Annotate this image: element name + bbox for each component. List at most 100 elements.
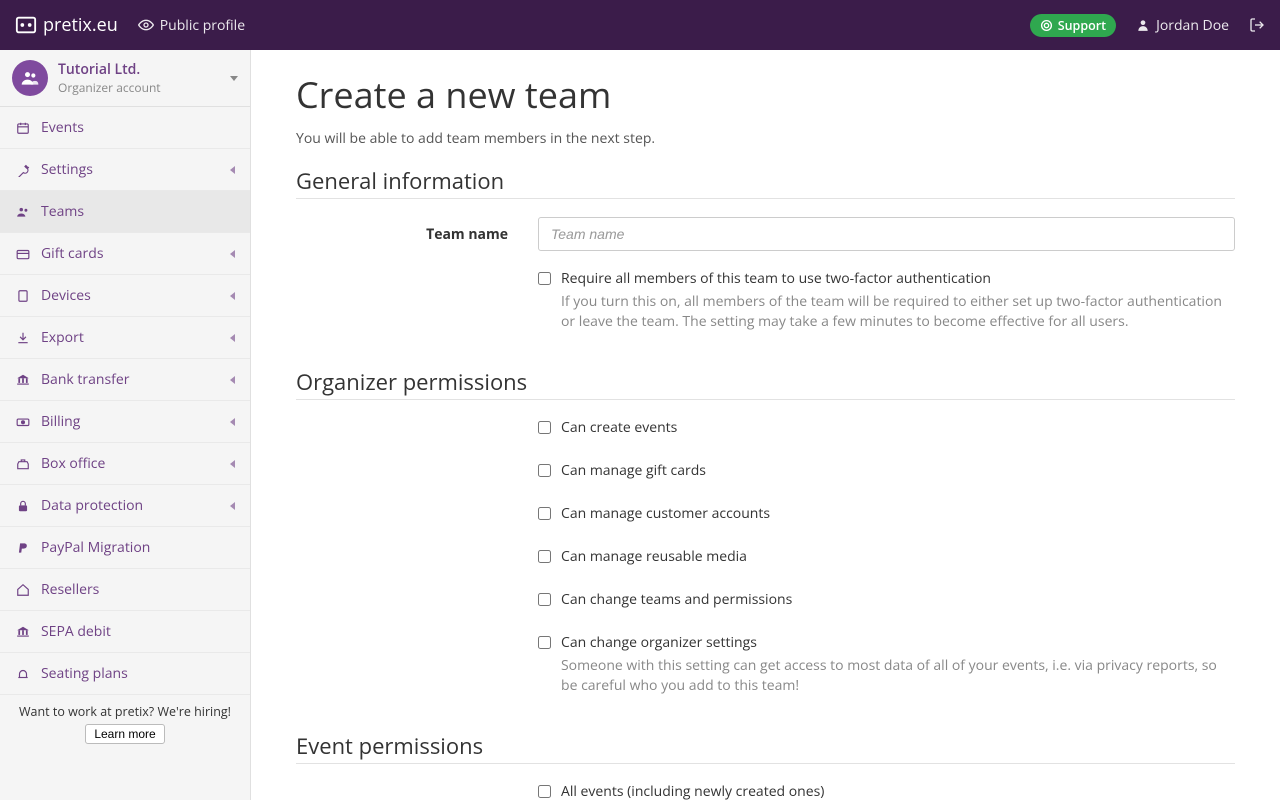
top-navbar: pretix.eu Public profile Support Jordan … <box>0 0 1280 50</box>
perm-row-manage_customers: Can manage customer accounts <box>538 504 1235 523</box>
require-2fa-label: Require all members of this team to use … <box>561 269 1235 288</box>
chevron-left-icon <box>230 502 235 510</box>
sidebar-item-label: Resellers <box>41 580 235 599</box>
chevron-left-icon <box>230 250 235 258</box>
user-menu[interactable]: Jordan Doe <box>1136 16 1229 35</box>
sidebar-item-label: PayPal Migration <box>41 538 235 557</box>
chevron-left-icon <box>230 166 235 174</box>
sidebar-item-teams[interactable]: Teams <box>0 191 250 233</box>
section-heading-general: General information <box>296 166 1235 196</box>
chevron-left-icon <box>230 460 235 468</box>
page-subtitle: You will be able to add team members in … <box>296 129 1235 148</box>
sidebar-item-sepa[interactable]: SEPA debit <box>0 611 250 653</box>
perm-row-manage_giftcards: Can manage gift cards <box>538 461 1235 480</box>
support-button[interactable]: Support <box>1030 14 1116 37</box>
life-ring-icon <box>1040 19 1053 32</box>
perm-row-manage_media: Can manage reusable media <box>538 547 1235 566</box>
main-content: Create a new team You will be able to ad… <box>251 50 1280 800</box>
public-profile-link[interactable]: Public profile <box>138 16 245 35</box>
hiring-banner: Want to work at pretix? We're hiring! Le… <box>0 695 250 754</box>
caret-down-icon <box>230 76 238 81</box>
perm-checkbox-create_events[interactable] <box>538 421 551 434</box>
sidebar-item-settings[interactable]: Settings <box>0 149 250 191</box>
sidebar-item-label: Teams <box>41 202 235 221</box>
user-name: Jordan Doe <box>1156 16 1229 35</box>
dataprotection-icon <box>15 499 31 513</box>
section-heading-event-perms: Event permissions <box>296 731 1235 761</box>
perm-checkbox-change_org_settings[interactable] <box>538 636 551 649</box>
export-icon <box>15 331 31 345</box>
all-events-checkbox[interactable] <box>538 785 551 798</box>
public-profile-label: Public profile <box>160 16 245 35</box>
sidebar-item-label: Export <box>41 328 220 347</box>
divider <box>296 198 1235 199</box>
sidebar-item-billing[interactable]: Billing <box>0 401 250 443</box>
perm-checkbox-manage_media[interactable] <box>538 550 551 563</box>
giftcards-icon <box>15 247 31 261</box>
perm-label-manage_customers: Can manage customer accounts <box>561 504 1235 523</box>
perm-label-manage_media: Can manage reusable media <box>561 547 1235 566</box>
perm-checkbox-change_teams[interactable] <box>538 593 551 606</box>
perm-label-create_events: Can create events <box>561 418 1235 437</box>
sidebar-item-label: SEPA debit <box>41 622 235 641</box>
page-title: Create a new team <box>296 70 1235 119</box>
sidebar-item-label: Bank transfer <box>41 370 220 389</box>
billing-icon <box>15 415 31 429</box>
require-2fa-help: If you turn this on, all members of the … <box>561 292 1235 331</box>
sidebar-item-label: Billing <box>41 412 220 431</box>
sidebar-item-boxoffice[interactable]: Box office <box>0 443 250 485</box>
sidebar-item-seating[interactable]: Seating plans <box>0 653 250 695</box>
perm-row-create_events: Can create events <box>538 418 1235 437</box>
sidebar-item-banktransfer[interactable]: Bank transfer <box>0 359 250 401</box>
sidebar-item-export[interactable]: Export <box>0 317 250 359</box>
sidebar-item-label: Devices <box>41 286 220 305</box>
require-2fa-checkbox[interactable] <box>538 272 551 285</box>
chevron-left-icon <box>230 334 235 342</box>
sidebar-item-devices[interactable]: Devices <box>0 275 250 317</box>
paypal-icon <box>15 541 31 555</box>
sidebar-nav: Events Settings Teams Gift cards Devices Expo… <box>0 107 250 695</box>
sidebar-item-resellers[interactable]: Resellers <box>0 569 250 611</box>
perm-label-change_teams: Can change teams and permissions <box>561 590 1235 609</box>
hiring-text: Want to work at pretix? We're hiring! <box>8 703 242 720</box>
organizer-switcher[interactable]: Tutorial Ltd. Organizer account <box>0 50 250 107</box>
organizer-subtitle: Organizer account <box>58 79 220 96</box>
divider <box>296 763 1235 764</box>
logout-link[interactable] <box>1249 17 1265 33</box>
hiring-learn-more-button[interactable]: Learn more <box>85 724 164 744</box>
resellers-icon <box>15 583 31 597</box>
teams-icon <box>15 205 31 219</box>
sidebar-item-label: Settings <box>41 160 220 179</box>
team-name-input[interactable] <box>538 217 1235 251</box>
chevron-left-icon <box>230 376 235 384</box>
perm-help-change_org_settings: Someone with this setting can get access… <box>561 656 1235 695</box>
sidebar-item-label: Gift cards <box>41 244 220 263</box>
sidebar-item-events[interactable]: Events <box>0 107 250 149</box>
team-name-label: Team name <box>296 217 538 251</box>
brand-logo-icon <box>15 14 37 36</box>
eye-icon <box>138 17 154 33</box>
devices-icon <box>15 289 31 303</box>
organizer-avatar-icon <box>12 60 48 96</box>
sidebar-item-label: Events <box>41 118 235 137</box>
sidebar-item-label: Seating plans <box>41 664 235 683</box>
sidebar-item-giftcards[interactable]: Gift cards <box>0 233 250 275</box>
boxoffice-icon <box>15 457 31 471</box>
sidebar-item-paypal[interactable]: PayPal Migration <box>0 527 250 569</box>
chevron-left-icon <box>230 292 235 300</box>
chevron-left-icon <box>230 418 235 426</box>
organizer-name: Tutorial Ltd. <box>58 60 220 79</box>
perm-row-change_org_settings: Can change organizer settings Someone wit… <box>538 633 1235 695</box>
sidebar-item-dataprotection[interactable]: Data protection <box>0 485 250 527</box>
brand-text: pretix.eu <box>43 13 118 37</box>
logout-icon <box>1249 17 1265 33</box>
sidebar-item-label: Box office <box>41 454 220 473</box>
perm-label-change_org_settings: Can change organizer settings <box>561 633 1235 652</box>
banktransfer-icon <box>15 373 31 387</box>
seating-icon <box>15 667 31 681</box>
brand-link[interactable]: pretix.eu <box>15 13 118 37</box>
perm-label-manage_giftcards: Can manage gift cards <box>561 461 1235 480</box>
perm-checkbox-manage_giftcards[interactable] <box>538 464 551 477</box>
divider <box>296 399 1235 400</box>
perm-checkbox-manage_customers[interactable] <box>538 507 551 520</box>
